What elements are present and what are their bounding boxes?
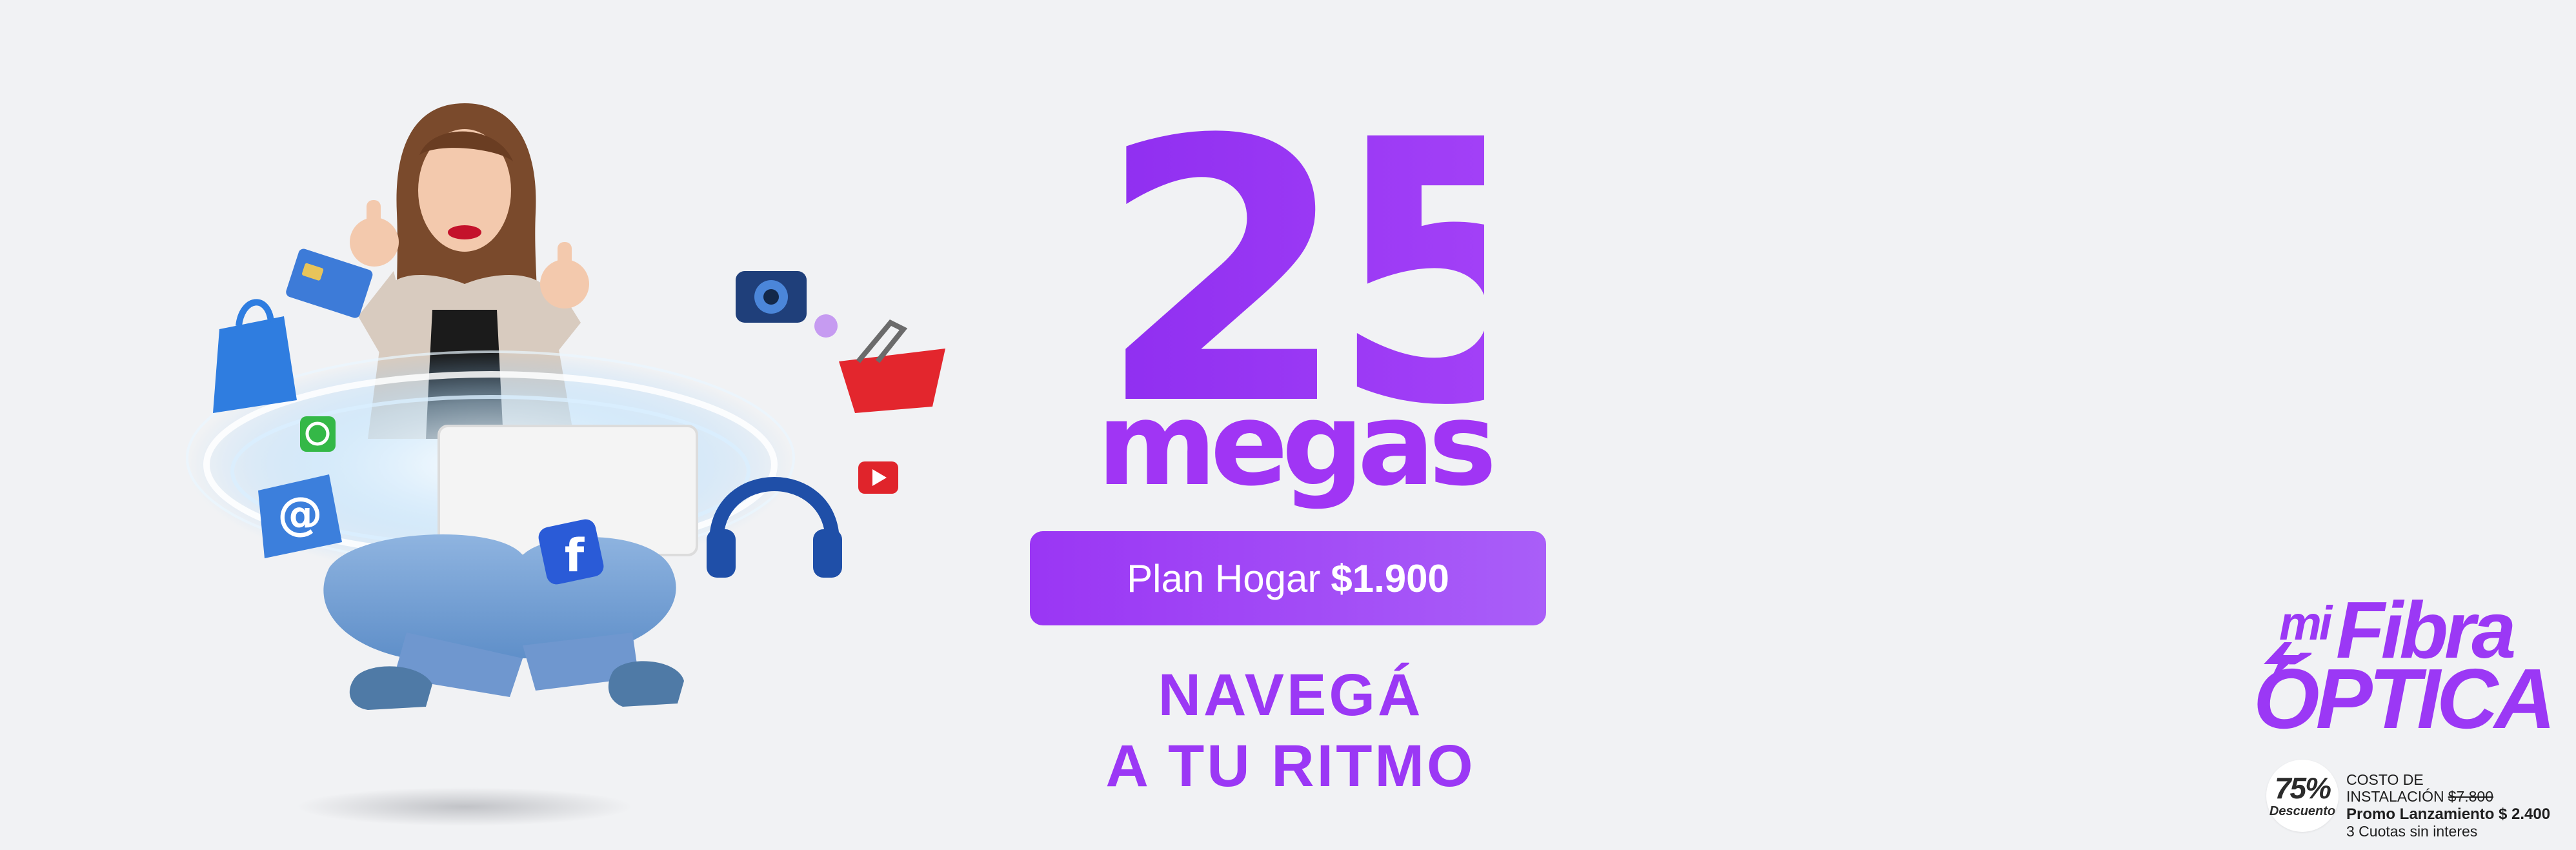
shopping-bag-icon [213,299,297,413]
install-label: COSTO DE INSTALACIÓN [2346,771,2444,805]
discount-percent: 75% [2274,771,2331,805]
plan-price-banner: Plan Hogar $1.900 [1030,531,1546,625]
shopping-basket-icon [839,319,945,413]
discount-label: Descuento [2269,804,2336,818]
plan-label: Plan Hogar [1127,556,1321,600]
svg-text:@: @ [277,487,323,540]
brand-prefix: mi [2279,596,2332,650]
svg-text:f: f [565,529,585,582]
installments-text: 3 Cuotas sin interes [2346,823,2478,840]
promo-banner: @ f 25 megas Plan Hogar $1.900 NAVEGÁ A … [0,0,2576,850]
installation-cost-info: COSTO DE INSTALACIÓN $7.800 Promo Lanzami… [2346,771,2553,840]
brand-word-optica: ÓPTICA [2253,651,2556,746]
camera-icon [736,271,807,323]
install-old-price: $7.800 [2448,788,2494,805]
launch-promo: Promo Lanzamiento $ 2.400 [2346,805,2551,823]
plan-price: $1.900 [1331,556,1449,600]
brand-block: mi Fibra ÓPTICA 75% Descuento COSTO DE I… [2239,591,2562,849]
tagline: NAVEGÁ A TU RITMO [1032,660,1549,802]
facebook-icon: f [538,519,604,585]
tagline-line-1: NAVEGÁ [1158,662,1424,728]
youtube-icon [858,461,898,494]
tagline-line-2: A TU RITMO [1105,733,1476,800]
hero-illustration: @ f [161,77,1000,845]
speed-unit: megas [1097,378,1497,511]
whatsapp-icon [300,416,336,452]
discount-badge: 75% Descuento [2266,760,2339,832]
